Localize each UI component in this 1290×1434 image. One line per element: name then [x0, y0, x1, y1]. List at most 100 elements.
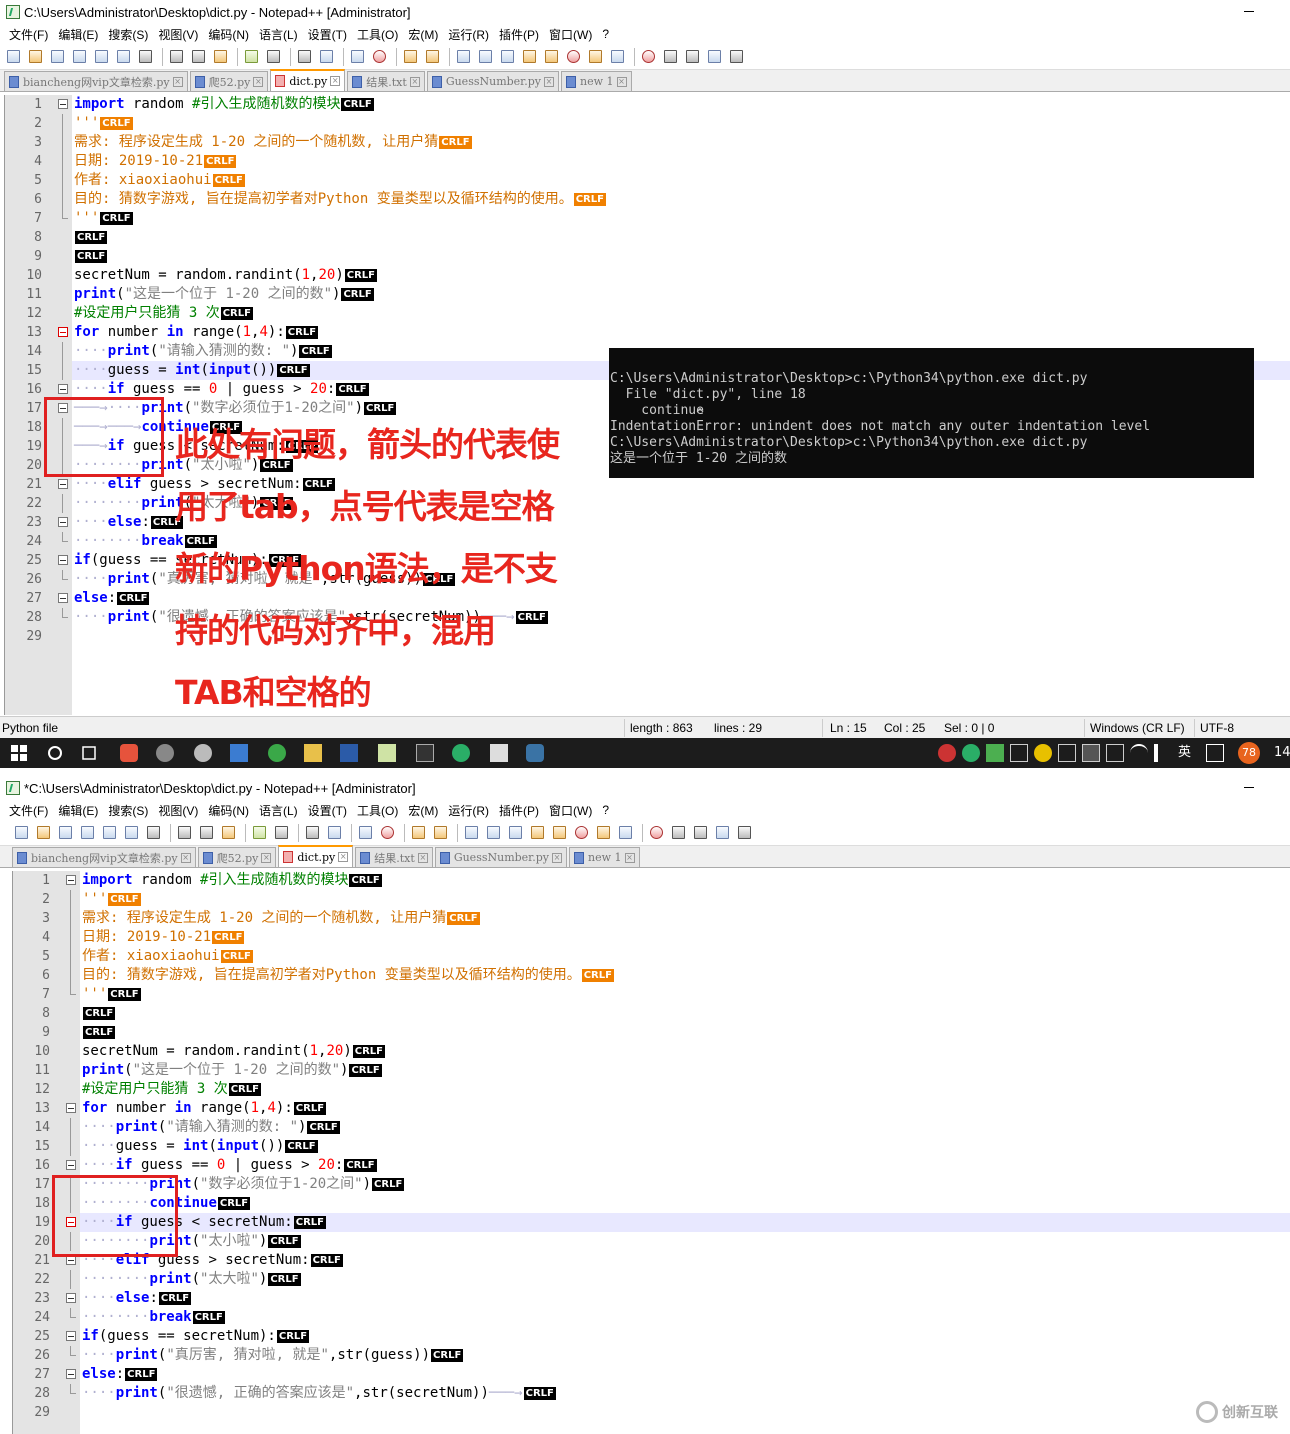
tab-close-icon[interactable]: ×	[253, 76, 264, 87]
replace-icon[interactable]	[325, 824, 343, 842]
redo-icon[interactable]	[264, 48, 282, 66]
menu-window[interactable]: 窗口(W)	[544, 26, 597, 43]
tray-shield-icon[interactable]	[986, 744, 1004, 762]
fold-toggle-icon[interactable]	[58, 99, 68, 109]
function-list-icon[interactable]	[572, 824, 590, 842]
save-all-icon[interactable]	[78, 824, 96, 842]
menu-encoding[interactable]: 编码(N)	[203, 802, 254, 819]
fold-toggle-icon[interactable]	[58, 555, 68, 565]
run-macro-multiple-icon[interactable]	[705, 48, 723, 66]
code-editor[interactable]: 1 import random #引入生成随机数的模块 CRLF 2 ''' CRLF …	[0, 871, 1290, 1434]
menu-language[interactable]: 语言(L)	[254, 26, 303, 43]
doc-map-icon[interactable]	[542, 48, 560, 66]
settings-icon[interactable]	[194, 744, 212, 762]
show-all-chars-icon[interactable]	[476, 48, 494, 66]
fold-toggle-icon[interactable]	[66, 1160, 76, 1170]
tab-pa52[interactable]: 爬52.py ×	[197, 847, 277, 867]
tab-close-icon[interactable]: ×	[551, 852, 562, 863]
tab-biancheng[interactable]: biancheng网vip文章检索.py ×	[4, 71, 188, 91]
paste-icon[interactable]	[211, 48, 229, 66]
word-icon[interactable]	[340, 744, 358, 762]
find-icon[interactable]	[303, 824, 321, 842]
browser-icon[interactable]	[268, 744, 286, 762]
ime-indicator[interactable]: 英	[1178, 744, 1196, 762]
stop-macro-icon[interactable]	[669, 824, 687, 842]
tray-icon[interactable]	[1034, 744, 1052, 762]
word-wrap-icon[interactable]	[454, 48, 472, 66]
cmd-icon[interactable]	[416, 744, 434, 762]
menu-macro[interactable]: 宏(M)	[403, 802, 443, 819]
fold-toggle-icon[interactable]	[66, 1369, 76, 1379]
fold-toggle-icon[interactable]	[66, 875, 76, 885]
menu-settings[interactable]: 设置(T)	[303, 26, 352, 43]
tab-close-icon[interactable]: ×	[543, 76, 554, 87]
menu-edit[interactable]: 编辑(E)	[53, 802, 103, 819]
redo-icon[interactable]	[272, 824, 290, 842]
close-icon[interactable]	[92, 48, 110, 66]
app-icon[interactable]	[120, 744, 138, 762]
user-language-icon[interactable]	[528, 824, 546, 842]
undo-icon[interactable]	[250, 824, 268, 842]
fold-toggle-icon[interactable]	[58, 517, 68, 527]
fold-toggle-icon[interactable]	[58, 593, 68, 603]
menu-language[interactable]: 语言(L)	[254, 802, 303, 819]
stop-macro-icon[interactable]	[661, 48, 679, 66]
monitoring-icon[interactable]	[616, 824, 634, 842]
notification-badge[interactable]: 78	[1238, 742, 1260, 764]
tab-new1[interactable]: new 1 ×	[560, 71, 632, 91]
word-wrap-icon[interactable]	[462, 824, 480, 842]
tray-icon[interactable]	[1106, 744, 1124, 762]
new-file-icon[interactable]	[12, 824, 30, 842]
fold-toggle-icon[interactable]	[66, 1103, 76, 1113]
tab-close-icon[interactable]: ×	[409, 76, 420, 87]
tab-pa52[interactable]: 爬52.py ×	[189, 71, 269, 91]
tab-new1[interactable]: new 1 ×	[568, 847, 640, 867]
tab-guessnumber[interactable]: GuessNumber.py ×	[426, 71, 559, 91]
menu-run[interactable]: 运行(R)	[443, 802, 494, 819]
save-all-icon[interactable]	[70, 48, 88, 66]
tab-close-icon[interactable]: ×	[338, 852, 349, 862]
cut-icon[interactable]	[175, 824, 193, 842]
zoom-in-icon[interactable]	[348, 48, 366, 66]
folder-icon[interactable]	[304, 744, 322, 762]
tray-icon[interactable]	[1082, 744, 1100, 762]
menu-search[interactable]: 搜索(S)	[103, 802, 153, 819]
menu-macro[interactable]: 宏(M)	[403, 26, 443, 43]
minimize-button[interactable]	[1240, 780, 1258, 794]
tab-close-icon[interactable]: ×	[261, 852, 272, 863]
save-icon[interactable]	[56, 824, 74, 842]
user-language-icon[interactable]	[520, 48, 538, 66]
sync-vertical-icon[interactable]	[401, 48, 419, 66]
menu-window[interactable]: 窗口(W)	[544, 802, 597, 819]
close-all-icon[interactable]	[122, 824, 140, 842]
fold-toggle-icon[interactable]	[58, 327, 68, 337]
python-icon[interactable]	[526, 744, 544, 762]
tab-close-icon[interactable]: ×	[624, 852, 635, 863]
zoom-out-icon[interactable]	[378, 824, 396, 842]
tray-icon[interactable]	[938, 744, 956, 762]
menu-file[interactable]: 文件(F)	[4, 26, 53, 43]
menu-search[interactable]: 搜索(S)	[103, 26, 153, 43]
cut-icon[interactable]	[167, 48, 185, 66]
tab-close-icon[interactable]: ×	[172, 76, 183, 87]
app-icon[interactable]	[156, 744, 174, 762]
run-macro-multiple-icon[interactable]	[713, 824, 731, 842]
tab-dict[interactable]: dict.py ×	[270, 69, 346, 91]
menu-edit[interactable]: 编辑(E)	[53, 26, 103, 43]
keyboard-icon[interactable]	[1206, 744, 1224, 762]
tray-icon[interactable]	[1058, 744, 1076, 762]
tab-biancheng[interactable]: biancheng网vip文章检索.py ×	[12, 847, 196, 867]
tab-close-icon[interactable]: ×	[417, 852, 428, 863]
save-icon[interactable]	[48, 48, 66, 66]
tab-result[interactable]: 结果.txt ×	[355, 847, 433, 867]
show-all-chars-icon[interactable]	[484, 824, 502, 842]
menu-tools[interactable]: 工具(O)	[352, 802, 403, 819]
zoom-out-icon[interactable]	[370, 48, 388, 66]
sync-horizontal-icon[interactable]	[431, 824, 449, 842]
find-icon[interactable]	[295, 48, 313, 66]
wechat-icon[interactable]	[452, 744, 470, 762]
tray-wechat-icon[interactable]	[962, 744, 980, 762]
fold-toggle-icon[interactable]	[66, 1331, 76, 1341]
sync-horizontal-icon[interactable]	[423, 48, 441, 66]
menu-plugins[interactable]: 插件(P)	[494, 802, 544, 819]
